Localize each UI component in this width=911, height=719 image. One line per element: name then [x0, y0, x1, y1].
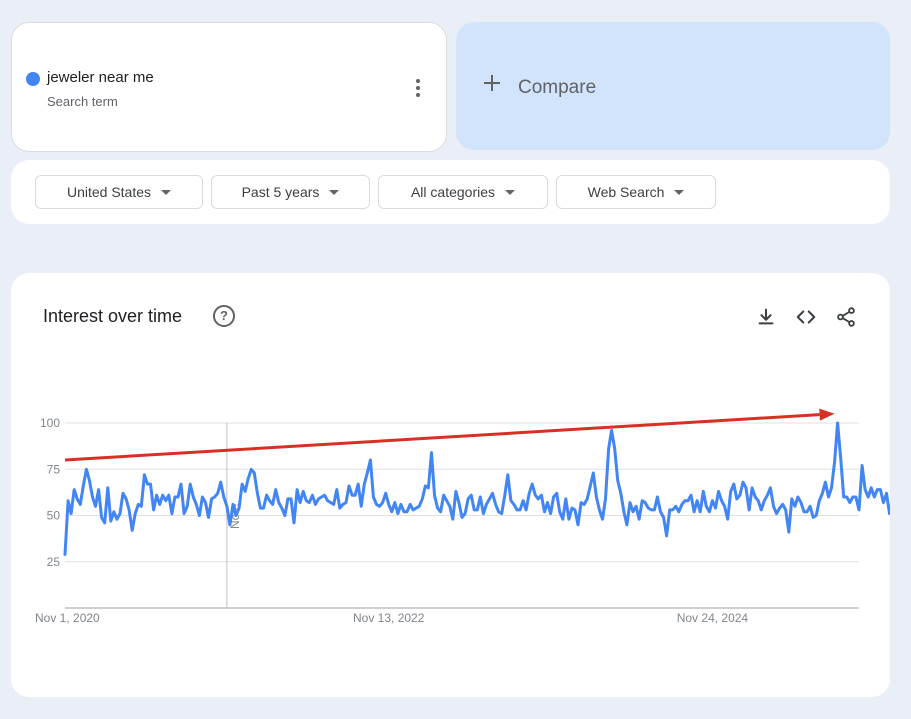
search-term-name[interactable]: jeweler near me — [47, 69, 154, 86]
search-term-subtitle: Search term — [47, 94, 118, 109]
caret-down-icon — [674, 189, 685, 195]
series-layer — [63, 421, 890, 556]
x-tick-label: Nov 13, 2022 — [353, 611, 425, 625]
term-color-dot — [26, 72, 40, 86]
filter-bar: United States Past 5 years All categorie… — [11, 160, 890, 224]
filter-category[interactable]: All categories — [378, 175, 548, 209]
filter-time-range-label: Past 5 years — [241, 184, 320, 200]
y-axis: 25 50 75 100 — [40, 416, 60, 569]
filter-time-range[interactable]: Past 5 years — [211, 175, 370, 209]
filter-search-type[interactable]: Web Search — [556, 175, 716, 209]
line-chart: Note 255075100 Nov 1, 2020 Nov 13, 2022 No… — [35, 408, 890, 625]
caret-down-icon — [329, 189, 340, 195]
y-tick-label: 25 — [47, 555, 61, 569]
compare-button[interactable]: Compare — [456, 22, 890, 150]
filter-region[interactable]: United States — [35, 175, 203, 209]
caret-down-icon — [505, 189, 516, 195]
x-tick-label: Nov 1, 2020 — [35, 611, 100, 625]
y-tick-label: 100 — [40, 416, 60, 430]
filter-category-label: All categories — [410, 184, 496, 200]
trend-annotation — [64, 408, 835, 462]
search-term-card[interactable]: jeweler near me Search term — [11, 22, 447, 152]
y-tick-label: 75 — [47, 462, 61, 476]
compare-label: Compare — [518, 77, 597, 98]
filter-search-type-label: Web Search — [587, 184, 665, 200]
more-vert-icon[interactable] — [412, 79, 424, 101]
trend-arrow-shaft — [64, 413, 820, 462]
y-tick-label: 50 — [47, 509, 61, 523]
caret-down-icon — [161, 189, 172, 195]
x-axis: Nov 1, 2020 Nov 13, 2022 Nov 24, 2024 — [35, 611, 748, 625]
series-line-0 — [63, 421, 890, 556]
interest-over-time-card: Interest over time ? Note 25 50 75 100 Nov … — [11, 273, 890, 697]
plus-icon — [484, 75, 500, 91]
x-tick-label: Nov 24, 2024 — [677, 611, 749, 625]
filter-region-label: United States — [66, 184, 152, 200]
trend-arrow-head — [819, 408, 835, 421]
